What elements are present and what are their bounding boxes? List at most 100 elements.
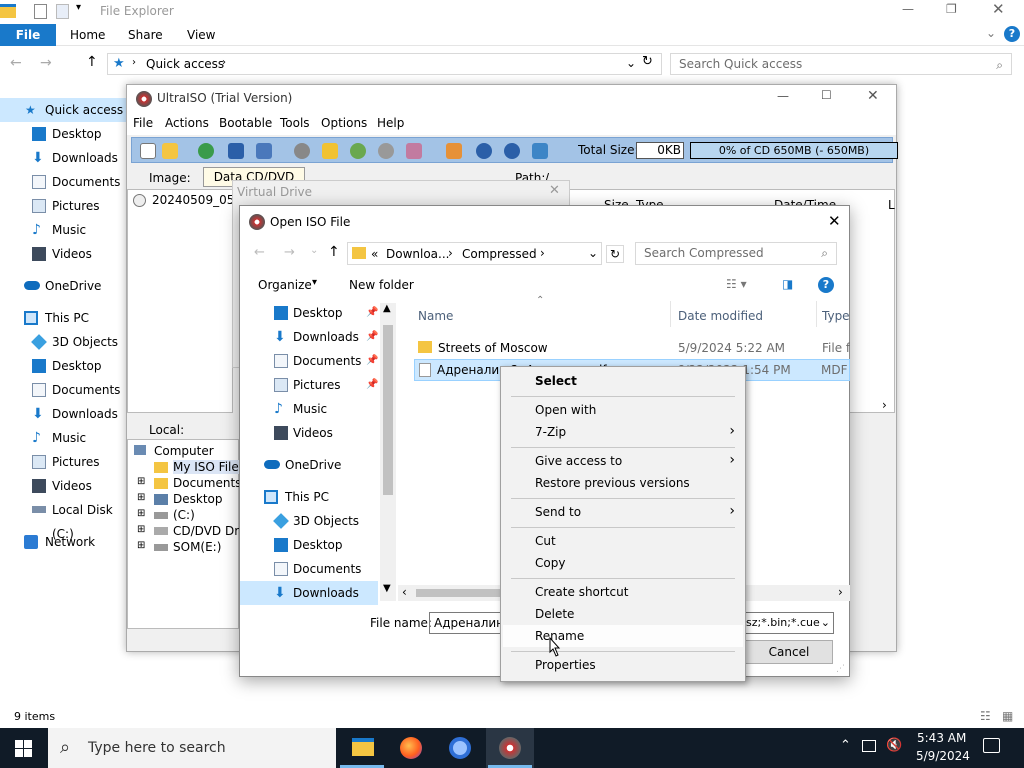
extract-icon[interactable] (198, 143, 214, 159)
dlg-nav-this-pc[interactable]: This PC (240, 485, 380, 509)
properties-icon[interactable] (446, 143, 462, 159)
chevron-down-icon[interactable]: ⌄ (588, 246, 598, 260)
chevron-down-icon[interactable]: ⌄ (986, 26, 996, 40)
large-icons-view-icon[interactable]: ▦ (1002, 709, 1013, 723)
scroll-down-icon[interactable]: ▼ (383, 583, 391, 594)
nav-documents-pc[interactable]: Documents (0, 378, 128, 402)
resize-grip-icon[interactable]: ⋰ (836, 664, 845, 674)
local-tree-som[interactable]: SOM(E:) (173, 540, 221, 554)
breadcrumb-compressed[interactable]: Compressed (462, 247, 537, 261)
scroll-right-icon[interactable]: › (838, 585, 843, 599)
nav-desktop[interactable]: Desktop (0, 122, 128, 146)
menu-item-copy[interactable]: Copy (535, 552, 565, 574)
expand-icon[interactable]: ⊞ (137, 508, 145, 519)
nav-pictures[interactable]: Pictures (0, 194, 128, 218)
dlg-nav-downloads[interactable]: ⬇ Downloads 📌 (240, 325, 380, 349)
view-options-icon[interactable]: ☷ ▾ (726, 277, 747, 291)
col-name[interactable]: Name (418, 309, 453, 323)
dialog-search-input[interactable]: Search Compressed ⌕ (635, 242, 837, 265)
save-icon[interactable] (228, 143, 244, 159)
notification-icon[interactable] (983, 738, 1000, 753)
up-icon[interactable]: ↑ (328, 244, 340, 260)
ultraiso-taskbar-button[interactable] (486, 728, 534, 768)
file-explorer-taskbar-icon[interactable] (352, 738, 374, 756)
local-tree-documents[interactable]: Documents (173, 476, 241, 490)
clock-time[interactable]: 5:43 AM (917, 731, 966, 745)
preview-pane-icon[interactable]: ◨ (782, 277, 793, 291)
refresh-icon[interactable]: ↻ (606, 245, 624, 263)
nav-videos-pc[interactable]: Videos (0, 474, 128, 498)
dlg-nav-pictures[interactable]: Pictures 📌 (240, 373, 380, 397)
nav-desktop-pc[interactable]: Desktop (0, 354, 128, 378)
new-folder-button[interactable]: New folder (349, 278, 414, 292)
forward-icon[interactable]: → (40, 55, 52, 71)
nav-scrollbar[interactable]: ▲ ▼ (380, 303, 396, 601)
nav-3d-objects[interactable]: 3D Objects (0, 330, 128, 354)
menu-item-give-access[interactable]: Give access to (535, 450, 622, 472)
dlg-nav-desktop-pc[interactable]: Desktop (240, 533, 380, 557)
col-date-modified[interactable]: Date modified (678, 309, 763, 323)
exit-icon[interactable] (532, 143, 548, 159)
file-type-filter[interactable]: isz;*.bin;*.cue ⌄ (740, 612, 834, 634)
clock-date[interactable]: 5/9/2024 (916, 749, 970, 763)
local-tree-my-iso[interactable]: My ISO Files (173, 460, 246, 474)
close-icon[interactable]: ✕ (549, 183, 560, 198)
forward-icon[interactable]: → (284, 245, 295, 260)
up-icon[interactable]: ↑ (86, 54, 98, 70)
dlg-nav-videos[interactable]: Videos (240, 421, 380, 445)
tab-home[interactable]: Home (70, 24, 105, 46)
dlg-nav-3d-objects[interactable]: 3D Objects (240, 509, 380, 533)
nav-videos[interactable]: Videos (0, 242, 128, 266)
dialog-address-bar[interactable]: « Downloa... › Compressed › ⌄ (347, 242, 602, 265)
tab-view[interactable]: View (187, 24, 215, 46)
nav-documents[interactable]: Documents (0, 170, 128, 194)
settings-icon[interactable] (406, 143, 422, 159)
chevron-down-icon[interactable]: ⌄ (310, 245, 318, 256)
local-tree-c[interactable]: (C:) (173, 508, 195, 522)
scroll-right-icon[interactable]: › (882, 398, 887, 412)
info-icon[interactable] (476, 143, 492, 159)
scroll-up-icon[interactable]: ▲ (383, 303, 391, 314)
close-icon[interactable]: ✕ (992, 0, 1005, 18)
tab-file[interactable]: File (0, 24, 56, 46)
local-tree-computer[interactable]: Computer (154, 444, 214, 458)
nav-downloads-pc[interactable]: ⬇ Downloads (0, 402, 128, 426)
maximize-icon[interactable]: ❐ (946, 2, 957, 16)
network-icon[interactable] (862, 740, 876, 752)
menu-item-7zip[interactable]: 7-Zip (535, 421, 566, 443)
nav-downloads[interactable]: ⬇ Downloads (0, 146, 128, 170)
col-l[interactable]: L (888, 198, 895, 212)
col-type[interactable]: Type (822, 309, 850, 323)
taskbar-search-input[interactable]: ⌕ Type here to search (48, 728, 336, 768)
menu-item-properties[interactable]: Properties (535, 654, 596, 676)
organize-button[interactable]: Organize (258, 278, 312, 292)
nav-onedrive[interactable]: OneDrive (0, 274, 128, 298)
menu-options[interactable]: Options (321, 116, 367, 130)
breadcrumb-downloads[interactable]: Downloa... (386, 247, 449, 261)
mount-icon[interactable] (322, 143, 338, 159)
dlg-nav-onedrive[interactable]: OneDrive (240, 453, 380, 477)
chrome-icon[interactable] (449, 737, 471, 759)
nav-local-disk[interactable]: Local Disk (C:) (0, 498, 128, 541)
nav-this-pc[interactable]: This PC (0, 306, 128, 330)
help-icon[interactable]: ? (1004, 26, 1020, 42)
help-icon[interactable]: ? (818, 277, 834, 293)
back-icon[interactable]: ← (10, 55, 22, 71)
nav-music-pc[interactable]: ♪ Music (0, 426, 128, 450)
windows-start-icon[interactable] (15, 740, 32, 757)
refresh-icon[interactable]: ↻ (642, 54, 653, 69)
nav-quick-access[interactable]: ★ Quick access (0, 98, 128, 122)
minimize-icon[interactable]: — (777, 89, 789, 103)
dlg-nav-downloads-pc[interactable]: ⬇ Downloads (240, 581, 378, 605)
help-icon[interactable] (504, 143, 520, 159)
menu-tools[interactable]: Tools (280, 116, 310, 130)
local-tree-desktop[interactable]: Desktop (173, 492, 223, 506)
dlg-nav-music[interactable]: ♪ Music (240, 397, 380, 421)
maximize-icon[interactable]: ☐ (821, 88, 832, 102)
file-row[interactable]: Streets of Moscow 5/9/2024 5:22 AM File … (414, 337, 850, 359)
dlg-nav-documents-pc[interactable]: Documents (240, 557, 380, 581)
tab-share[interactable]: Share (128, 24, 163, 46)
back-icon[interactable]: ← (254, 245, 265, 260)
save-as-icon[interactable] (256, 143, 272, 159)
menu-actions[interactable]: Actions (165, 116, 209, 130)
